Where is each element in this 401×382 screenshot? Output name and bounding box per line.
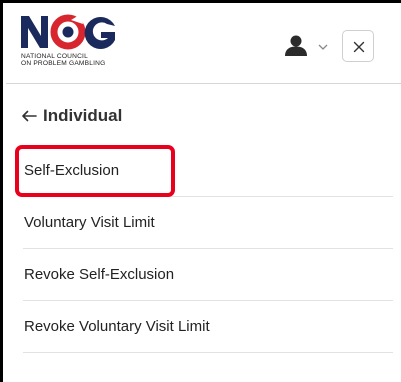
chevron-down-icon (318, 44, 328, 50)
menu-item-self-exclusion[interactable]: Self-Exclusion (23, 145, 393, 197)
menu-item-label: Revoke Self-Exclusion (24, 266, 175, 283)
window-frame: NATIONAL COUNCIL ON PROBLEM GAMBLING Ind… (0, 0, 401, 382)
back-link-label: Individual (43, 106, 123, 125)
logo-subtitle-line1: NATIONAL COUNCIL (21, 53, 88, 60)
user-icon (285, 35, 307, 56)
ncg-logo-mark (21, 14, 115, 50)
close-button[interactable] (342, 30, 374, 62)
menu-item-revoke-self-exclusion[interactable]: Revoke Self-Exclusion (23, 249, 393, 301)
close-icon (353, 41, 365, 53)
menu-list: Self-Exclusion Voluntary Visit Limit Rev… (23, 145, 393, 353)
user-menu-button[interactable] (278, 26, 336, 62)
menu-item-label: Voluntary Visit Limit (24, 214, 155, 231)
menu-item-voluntary-visit-limit[interactable]: Voluntary Visit Limit (23, 197, 393, 249)
menu-item-revoke-voluntary-visit-limit[interactable]: Revoke Voluntary Visit Limit (23, 301, 393, 353)
menu-item-label: Revoke Voluntary Visit Limit (24, 318, 210, 335)
arrow-left-icon (22, 110, 37, 122)
menu-item-label: Self-Exclusion (24, 162, 120, 179)
logo-subtitle-line2: ON PROBLEM GAMBLING (21, 60, 106, 67)
back-link-individual[interactable]: Individual (21, 103, 122, 129)
header: NATIONAL COUNCIL ON PROBLEM GAMBLING (6, 6, 401, 82)
ncg-logo[interactable]: NATIONAL COUNCIL ON PROBLEM GAMBLING (19, 12, 139, 72)
header-divider (6, 83, 401, 84)
